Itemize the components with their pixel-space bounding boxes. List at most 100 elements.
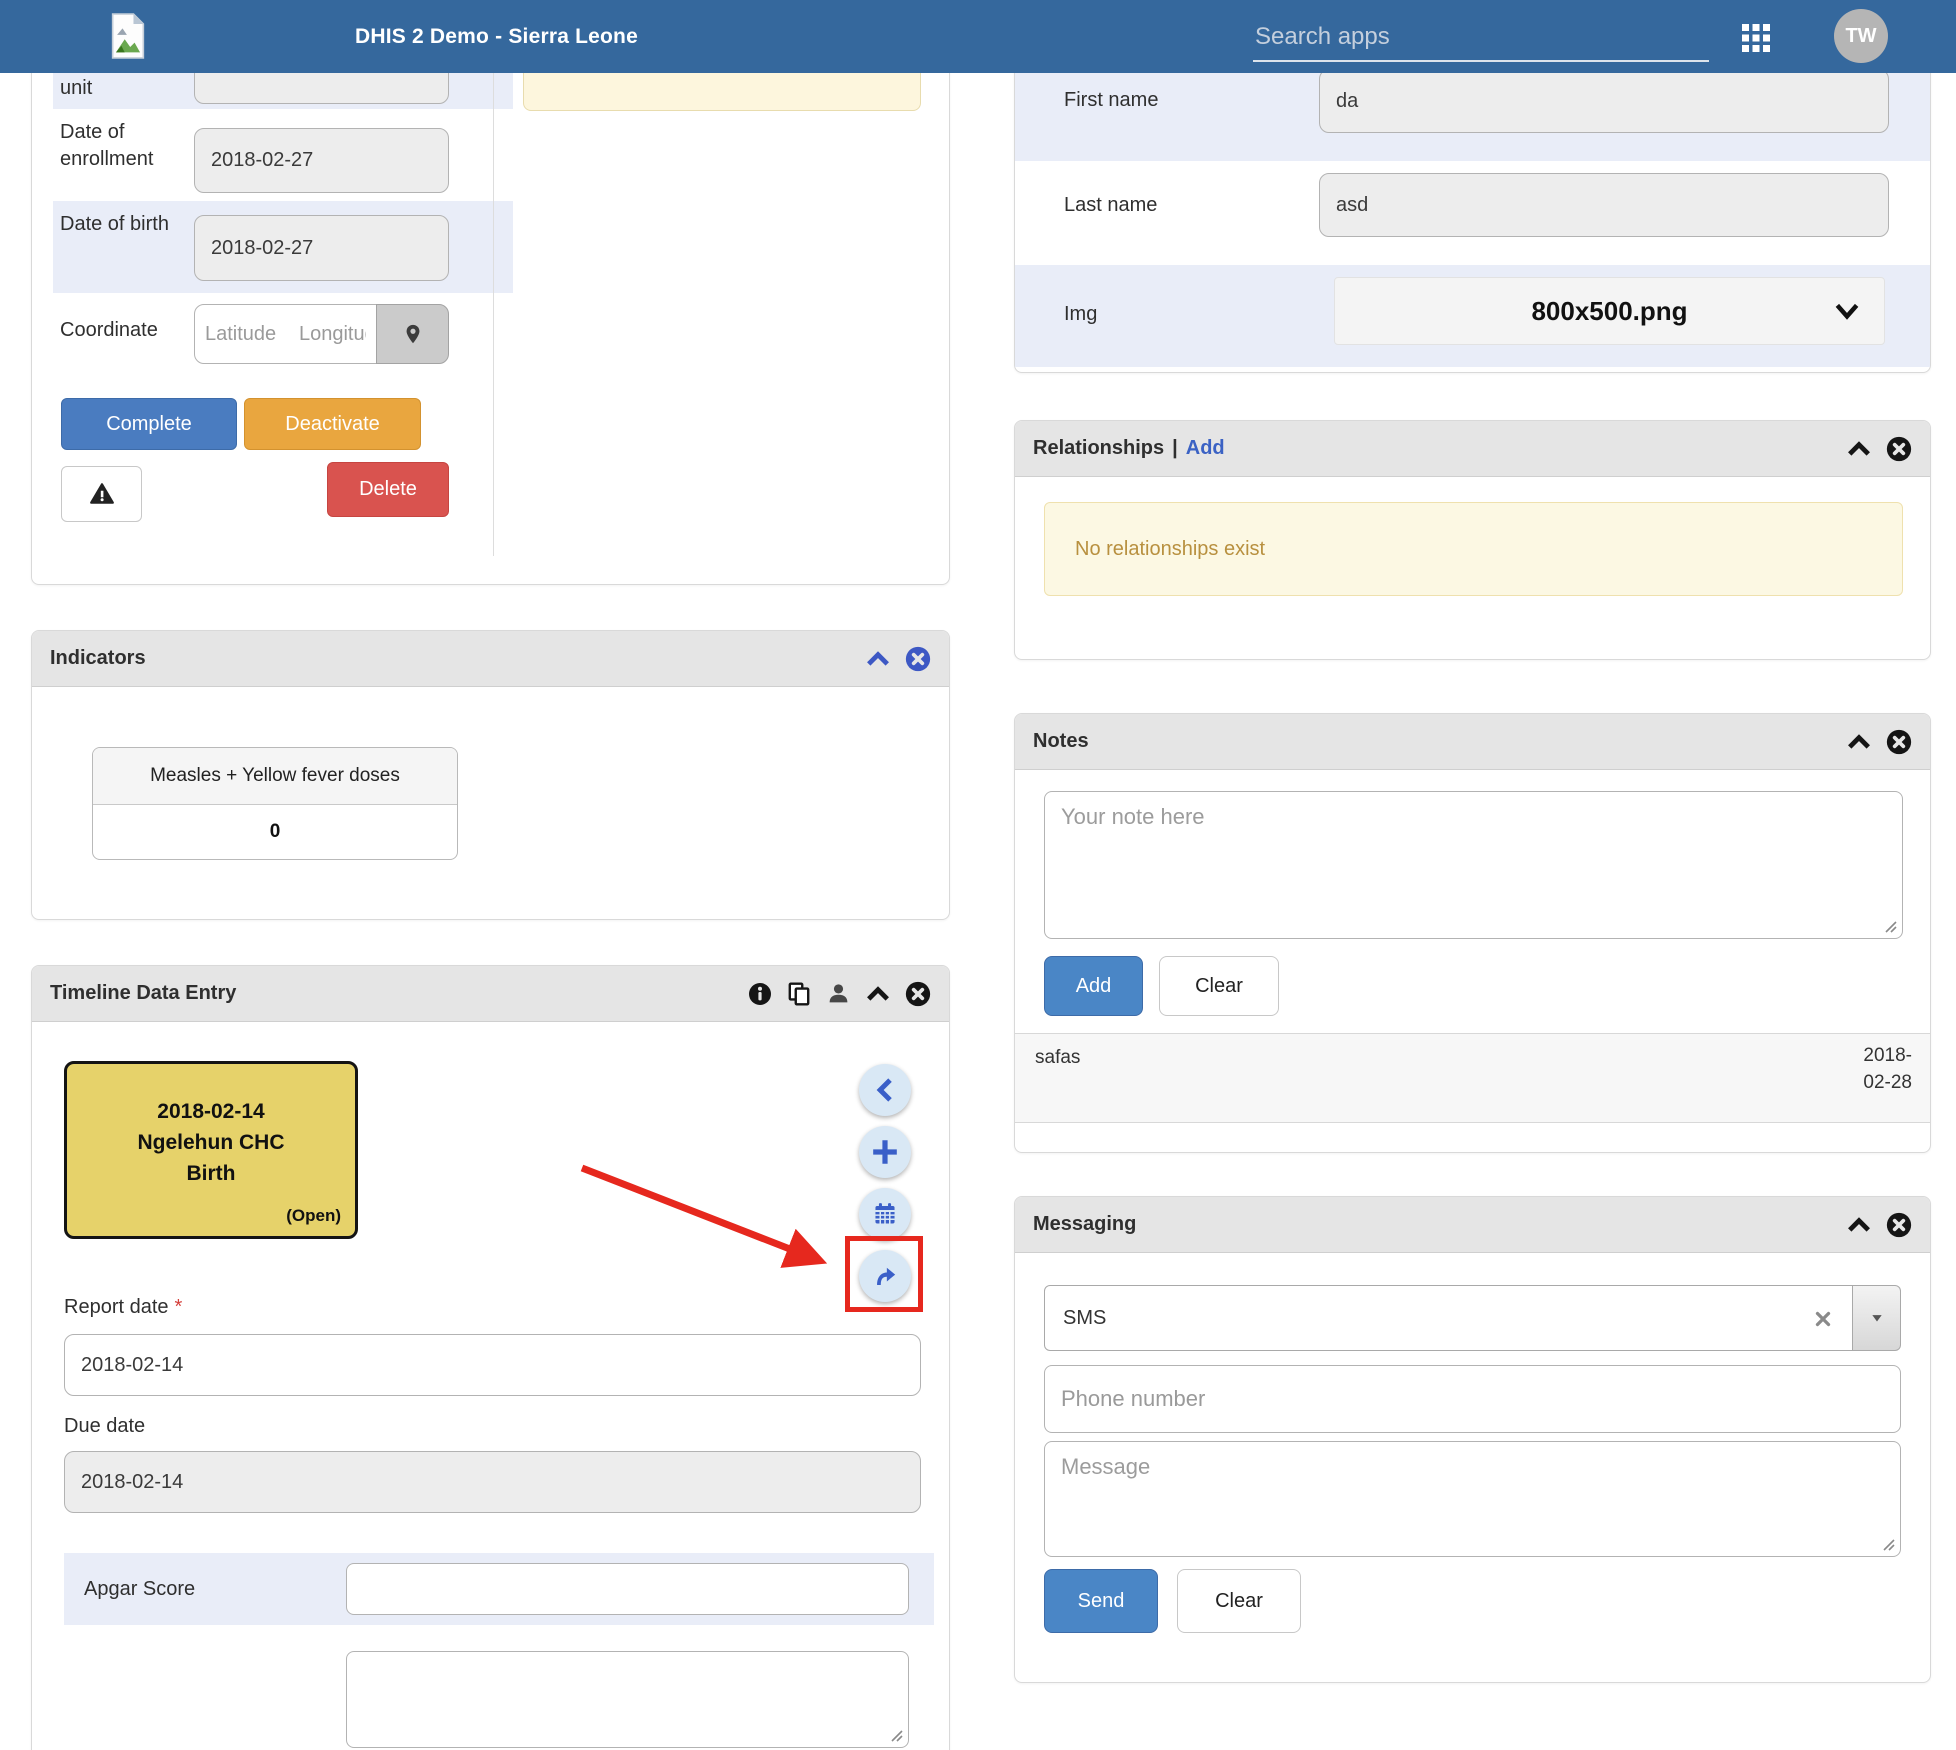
page: unit Date of enrollment Date of birth Co… <box>0 0 1956 1750</box>
coordinate-map-button[interactable] <box>376 304 449 364</box>
comment-textarea-wrap <box>346 1651 909 1748</box>
location-pin-icon <box>402 323 424 345</box>
messaging-header: Messaging <box>1015 1197 1930 1253</box>
resize-grip-icon[interactable] <box>889 1728 905 1744</box>
resize-grip-icon[interactable] <box>1881 1537 1897 1553</box>
close-icon[interactable] <box>1886 436 1912 462</box>
report-date-input[interactable] <box>64 1334 921 1396</box>
app-title: DHIS 2 Demo - Sierra Leone <box>355 0 638 73</box>
resize-grip-icon[interactable] <box>1883 919 1899 935</box>
collapse-icon[interactable] <box>1846 436 1872 462</box>
no-relationships-alert: No relationships exist <box>1044 502 1903 596</box>
first-name-input <box>1319 69 1889 133</box>
complete-button[interactable]: Complete <box>61 398 237 450</box>
note-textarea[interactable] <box>1044 791 1903 939</box>
collapse-icon[interactable] <box>865 646 891 672</box>
img-file-dropdown[interactable]: 800x500.png <box>1334 277 1885 345</box>
collapse-icon[interactable] <box>1846 729 1872 755</box>
messaging-title: Messaging <box>1033 1213 1136 1236</box>
event-status: (Open) <box>286 1206 341 1226</box>
message-clear-button[interactable]: Clear <box>1177 1569 1301 1633</box>
close-icon[interactable] <box>1886 1212 1912 1238</box>
annotation-highlight-box <box>845 1236 923 1312</box>
img-file-name: 800x500.png <box>1531 296 1687 327</box>
due-date-input <box>64 1451 921 1513</box>
message-textarea[interactable] <box>1044 1441 1901 1557</box>
note-date: 2018-02-28 <box>1840 1042 1912 1096</box>
deactivate-button[interactable]: Deactivate <box>244 398 421 450</box>
last-name-input <box>1319 173 1889 237</box>
last-name-label: Last name <box>1064 192 1157 219</box>
channel-dropdown-button[interactable] <box>1853 1285 1901 1351</box>
indicator-card: Measles + Yellow fever doses 0 <box>92 747 458 860</box>
coordinate-label: Coordinate <box>60 317 158 344</box>
org-unit-label: unit <box>60 75 92 102</box>
timeline-header: Timeline Data Entry <box>32 966 949 1022</box>
timeline-title: Timeline Data Entry <box>50 982 236 1005</box>
date-of-birth-label: Date of birth <box>60 211 170 238</box>
relationships-add-link[interactable]: Add <box>1186 437 1225 460</box>
date-of-enrollment-label: Date of enrollment <box>60 119 185 173</box>
chevron-down-icon <box>1834 299 1860 325</box>
due-date-label: Due date <box>64 1413 145 1440</box>
dropdown-arrow-icon <box>1870 1311 1884 1325</box>
collapse-icon[interactable] <box>865 981 891 1007</box>
close-icon[interactable] <box>905 981 931 1007</box>
required-asterisk: * <box>175 1296 183 1318</box>
warning-triangle-icon <box>89 481 115 507</box>
first-name-label: First name <box>1064 87 1158 114</box>
img-label: Img <box>1064 301 1097 328</box>
indicators-panel: Indicators Measles + Yellow fever doses … <box>31 630 950 920</box>
event-card[interactable]: 2018-02-14 Ngelehun CHC Birth (Open) <box>64 1061 358 1239</box>
collapse-icon[interactable] <box>1846 1212 1872 1238</box>
plus-icon <box>872 1139 898 1165</box>
user-avatar[interactable]: TW <box>1834 9 1888 63</box>
calendar-icon <box>872 1201 898 1227</box>
report-date-label-text: Report date <box>64 1296 169 1318</box>
note-list-item: safas 2018-02-28 <box>1015 1033 1930 1123</box>
copy-icon[interactable] <box>786 981 812 1007</box>
notes-panel: Notes Add Clear safas 2018-02-28 <box>1014 713 1931 1153</box>
apgar-input[interactable] <box>346 1563 909 1615</box>
latitude-input[interactable] <box>194 304 290 364</box>
comment-textarea[interactable] <box>346 1651 909 1748</box>
relationships-panel: Relationships | Add No relationships exi… <box>1014 420 1931 660</box>
notes-header: Notes <box>1015 714 1930 770</box>
delete-button[interactable]: Delete <box>327 462 449 517</box>
note-clear-button[interactable]: Clear <box>1159 956 1279 1016</box>
longitude-input[interactable] <box>289 304 377 364</box>
timeline-back-button[interactable] <box>859 1064 911 1116</box>
timeline-schedule-button[interactable] <box>859 1188 911 1240</box>
event-date: 2018-02-14 <box>67 1096 355 1127</box>
timeline-panel: Timeline Data Entry 2018-02-14 Ngelehun … <box>31 965 950 1750</box>
message-channel-select[interactable]: SMS <box>1044 1285 1853 1351</box>
relationships-separator: | <box>1172 437 1178 460</box>
messaging-panel: Messaging SMS Send Clear <box>1014 1196 1931 1683</box>
note-text: safas <box>1035 1047 1080 1069</box>
warning-button[interactable] <box>61 466 142 522</box>
close-icon[interactable] <box>905 646 931 672</box>
note-add-button[interactable]: Add <box>1044 956 1143 1016</box>
close-icon[interactable] <box>1886 729 1912 755</box>
apps-grid-icon[interactable] <box>1740 22 1772 54</box>
message-textarea-wrap <box>1044 1441 1901 1557</box>
person-icon[interactable] <box>826 981 851 1006</box>
phone-number-input[interactable] <box>1044 1365 1901 1433</box>
send-button[interactable]: Send <box>1044 1569 1158 1633</box>
indicator-name: Measles + Yellow fever doses <box>93 748 457 805</box>
info-icon[interactable] <box>748 982 772 1006</box>
apgar-label: Apgar Score <box>84 1576 195 1603</box>
clear-selection-icon[interactable] <box>1812 1308 1834 1330</box>
panel-divider <box>493 71 494 556</box>
indicators-title: Indicators <box>50 647 146 670</box>
message-channel-value: SMS <box>1063 1307 1106 1330</box>
app-logo-icon[interactable] <box>110 13 146 59</box>
search-apps-input[interactable] <box>1253 14 1709 62</box>
note-textarea-wrap <box>1044 791 1903 939</box>
date-of-birth-input[interactable] <box>194 215 449 281</box>
top-bar: DHIS 2 Demo - Sierra Leone TW <box>0 0 1956 73</box>
chevron-left-icon <box>872 1077 898 1103</box>
timeline-add-event-button[interactable] <box>859 1126 911 1178</box>
report-date-label: Report date * <box>64 1294 182 1321</box>
date-of-enrollment-input[interactable] <box>194 128 449 193</box>
